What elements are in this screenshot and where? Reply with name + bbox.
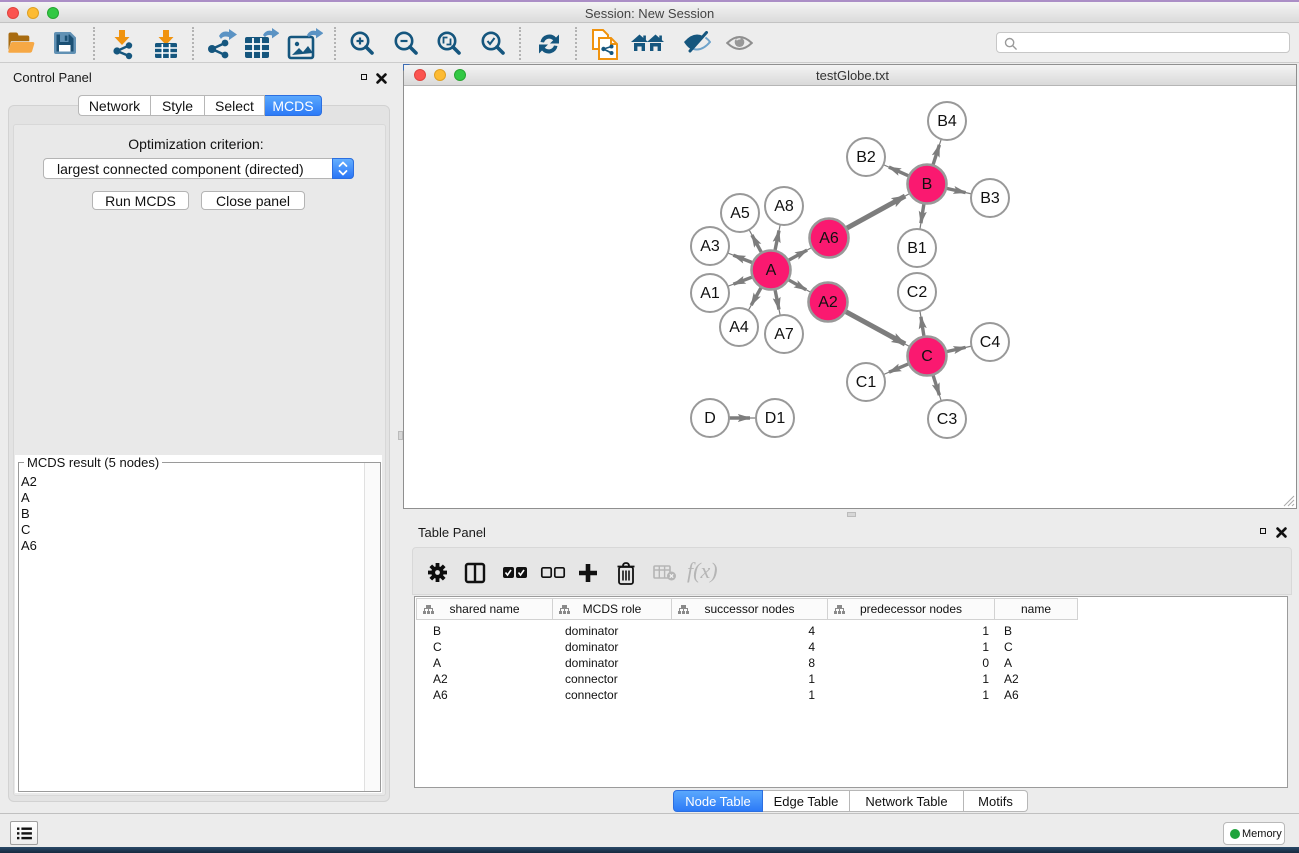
svg-text:A7: A7 bbox=[774, 326, 794, 343]
svg-text:B: B bbox=[922, 176, 933, 193]
svg-text:B2: B2 bbox=[856, 149, 876, 166]
svg-text:A8: A8 bbox=[774, 198, 794, 215]
svg-text:C4: C4 bbox=[980, 334, 1001, 351]
svg-text:A5: A5 bbox=[730, 205, 750, 222]
svg-text:C3: C3 bbox=[937, 411, 958, 428]
svg-text:B1: B1 bbox=[907, 240, 927, 257]
svg-text:A3: A3 bbox=[700, 238, 720, 255]
svg-text:C: C bbox=[921, 348, 933, 365]
svg-text:A: A bbox=[766, 262, 777, 279]
svg-text:D: D bbox=[704, 410, 716, 427]
svg-text:D1: D1 bbox=[765, 410, 786, 427]
svg-text:B3: B3 bbox=[980, 190, 1000, 207]
svg-text:A2: A2 bbox=[818, 294, 838, 311]
svg-text:C2: C2 bbox=[907, 284, 928, 301]
svg-text:C1: C1 bbox=[856, 374, 877, 391]
svg-text:A6: A6 bbox=[819, 230, 839, 247]
svg-text:A4: A4 bbox=[729, 319, 749, 336]
svg-text:B4: B4 bbox=[937, 113, 957, 130]
svg-text:A1: A1 bbox=[700, 285, 720, 302]
